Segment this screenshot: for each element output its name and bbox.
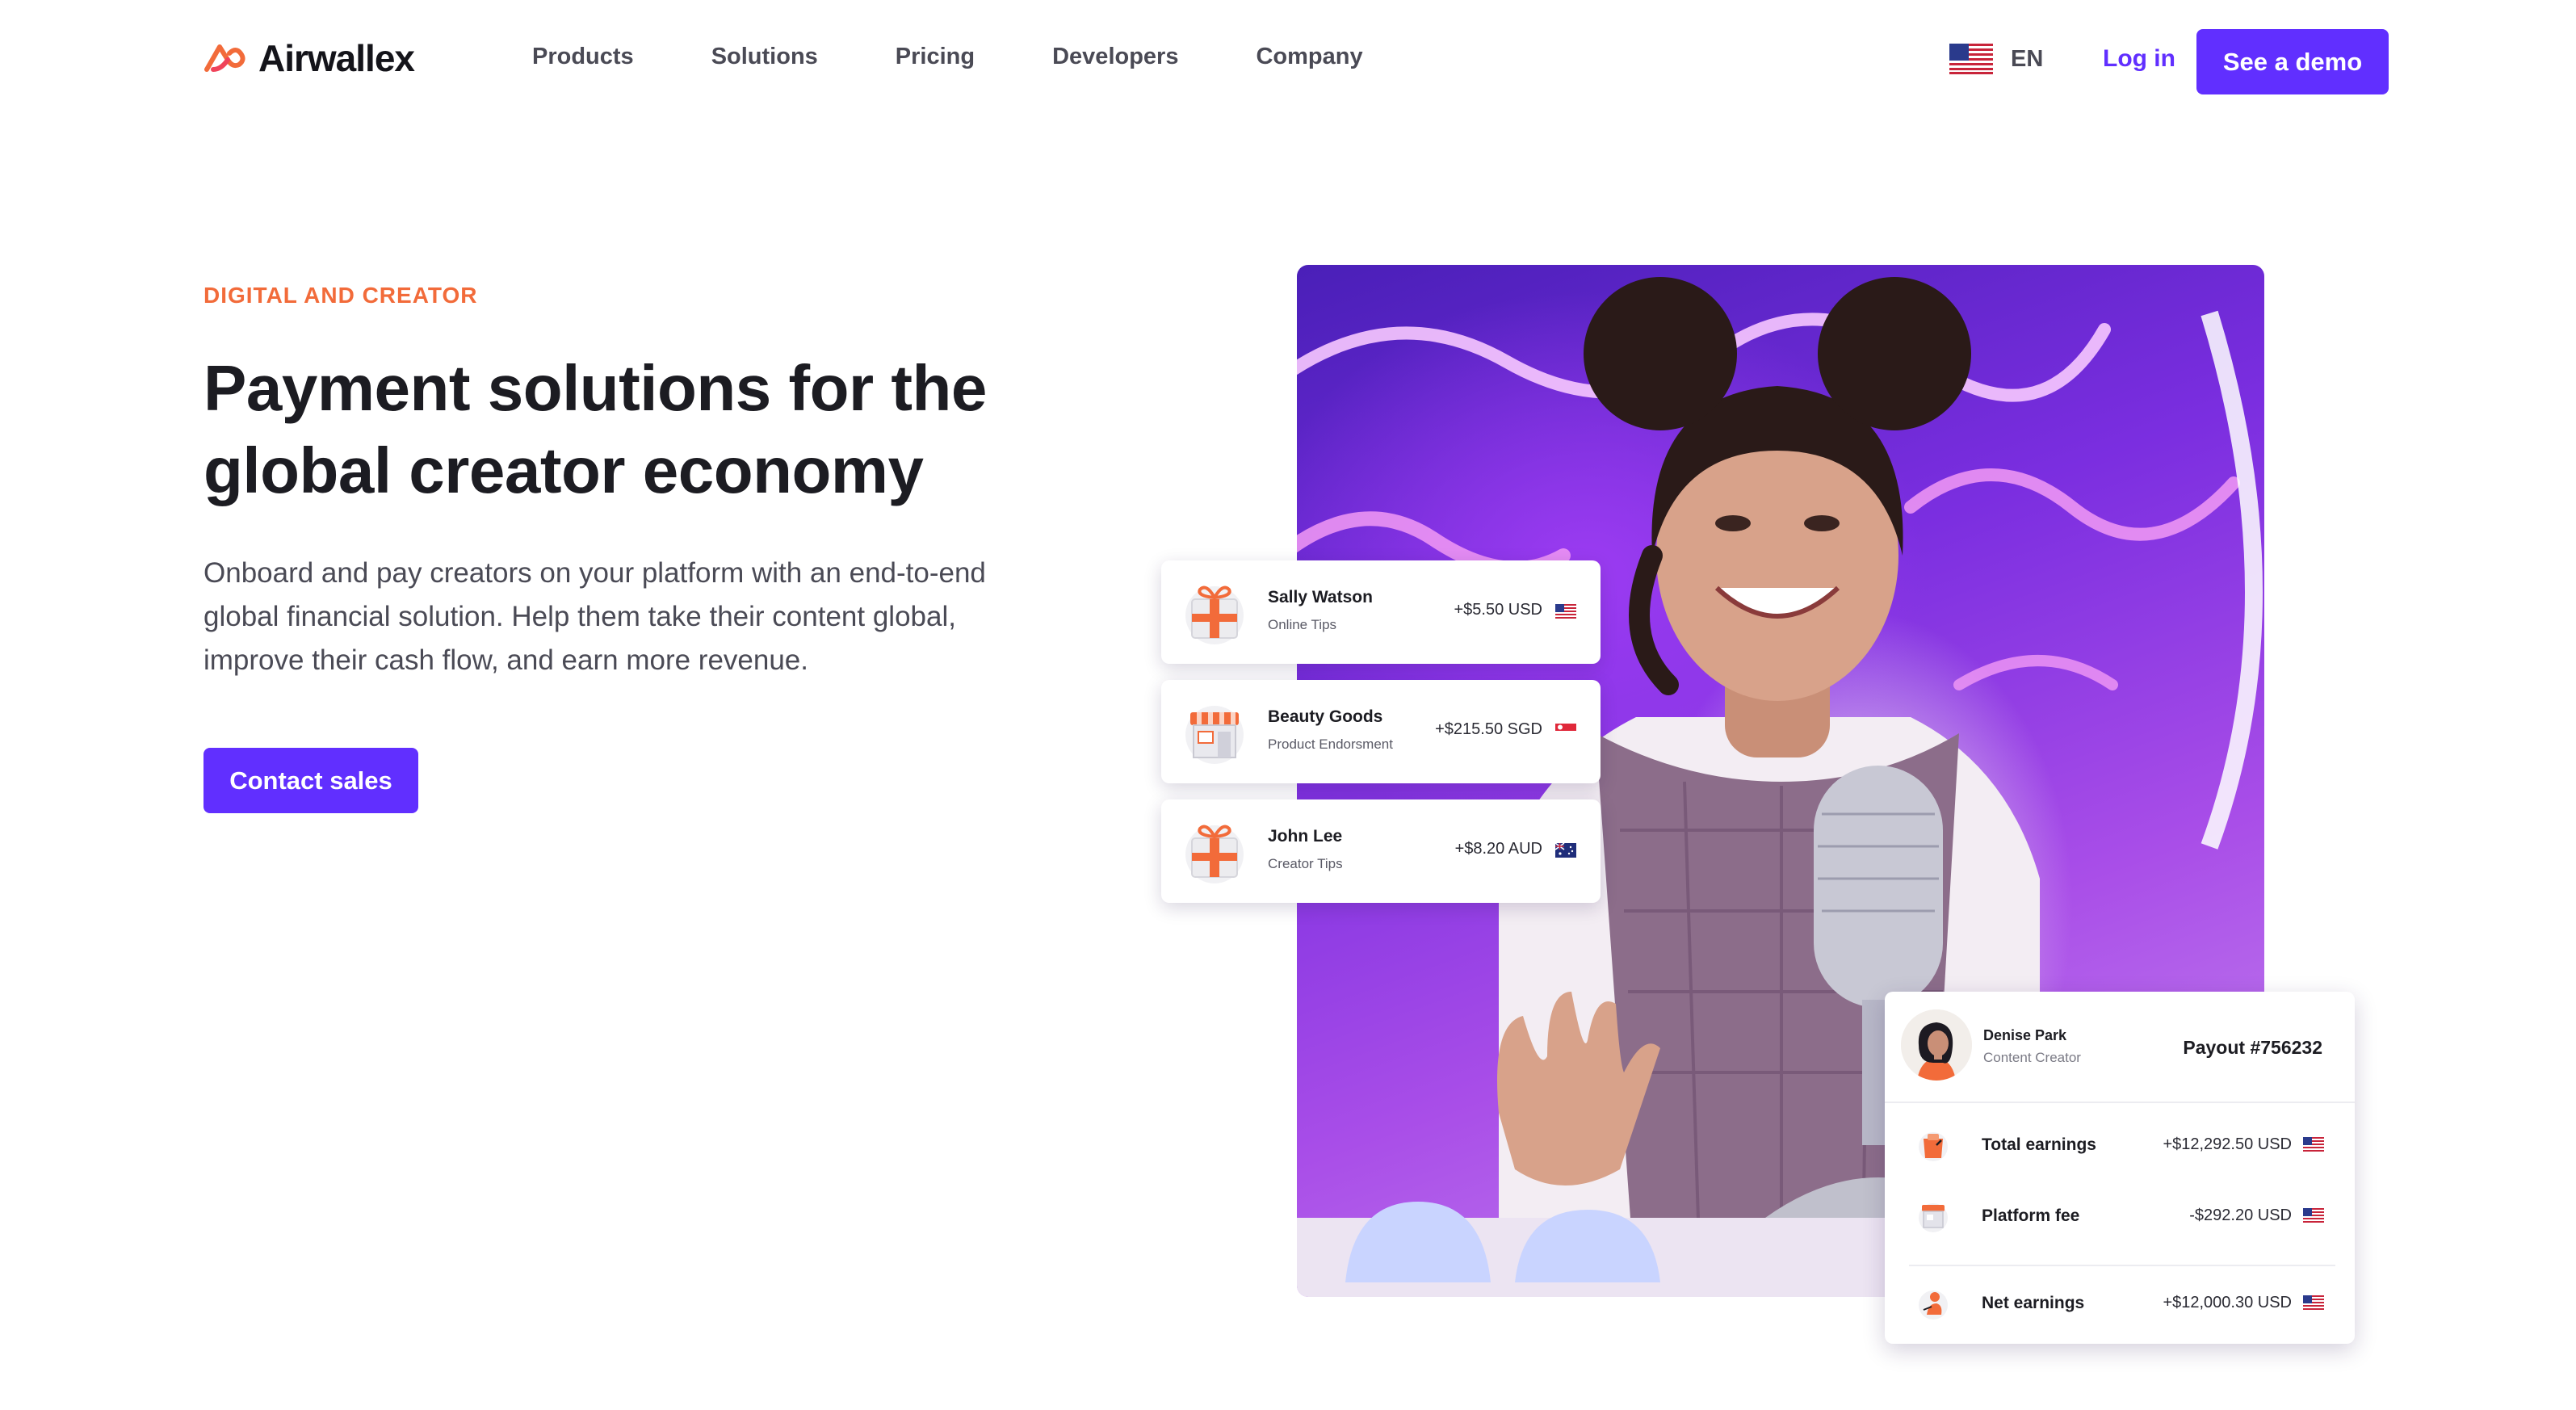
divider xyxy=(1885,1102,2355,1103)
payout-row-value: +$12,000.30 USD xyxy=(2163,1294,2292,1311)
payout-row-net-earnings: Net earnings +$12,000.30 USD xyxy=(1885,1279,2355,1328)
airwallex-logo[interactable]: Airwallex xyxy=(203,37,415,79)
payout-row-total-earnings: Total earnings +$12,292.50 USD xyxy=(1885,1121,2355,1169)
sg-flag-icon xyxy=(1555,724,1576,738)
divider xyxy=(1909,1265,2335,1266)
au-flag-icon xyxy=(1555,843,1576,858)
us-flag-icon xyxy=(2303,1137,2324,1152)
contact-sales-button[interactable]: Contact sales xyxy=(203,748,418,813)
transaction-type: Online Tips xyxy=(1268,617,1337,632)
payout-person-role: Content Creator xyxy=(1983,1050,2081,1065)
transaction-type: Creator Tips xyxy=(1268,856,1343,871)
payout-id: Payout #756232 xyxy=(2183,1037,2322,1058)
nav-developers[interactable]: Developers xyxy=(1052,44,1178,70)
transaction-amount: +$8.20 AUD xyxy=(1454,840,1542,858)
transaction-card-beauty-goods: Beauty Goods Product Endorsment +$215.50… xyxy=(1161,680,1601,783)
payout-person-name: Denise Park xyxy=(1983,1027,2067,1043)
storefront-icon xyxy=(1919,1203,1948,1232)
see-demo-button[interactable]: See a demo xyxy=(2196,29,2389,94)
transaction-name: John Lee xyxy=(1268,827,1343,846)
language-label: EN xyxy=(2011,45,2044,72)
logo-wordmark: Airwallex xyxy=(258,37,415,79)
payout-row-label: Platform fee xyxy=(1982,1206,2080,1225)
transaction-name: Sally Watson xyxy=(1268,588,1373,606)
nav-company[interactable]: Company xyxy=(1256,44,1362,70)
gift-icon xyxy=(1185,585,1244,644)
payout-row-label: Total earnings xyxy=(1982,1135,2096,1154)
nav-solutions[interactable]: Solutions xyxy=(711,44,818,70)
creator-icon xyxy=(1919,1290,1948,1320)
storefront-icon xyxy=(1185,706,1244,764)
payout-row-value: +$12,292.50 USD xyxy=(2163,1135,2292,1153)
creator-avatar-icon xyxy=(1901,1009,1972,1081)
transaction-name: Beauty Goods xyxy=(1268,707,1383,726)
language-selector[interactable]: EN xyxy=(1949,44,2043,74)
login-link[interactable]: Log in xyxy=(2103,45,2175,73)
gift-icon xyxy=(1185,825,1244,883)
transaction-amount: +$5.50 USD xyxy=(1454,601,1542,619)
nav-products[interactable]: Products xyxy=(532,44,634,70)
us-flag-icon xyxy=(1949,44,1993,74)
hero-eyebrow: DIGITAL AND CREATOR xyxy=(203,283,478,308)
main-nav: Products Solutions Pricing Developers Co… xyxy=(532,44,1441,70)
payout-row-platform-fee: Platform fee -$292.20 USD xyxy=(1885,1192,2355,1240)
transaction-amount: +$215.50 SGD xyxy=(1435,720,1542,738)
transaction-card-sally-watson: Sally Watson Online Tips +$5.50 USD xyxy=(1161,560,1601,664)
nav-pricing[interactable]: Pricing xyxy=(896,44,975,70)
payout-card: Denise Park Content Creator Payout #7562… xyxy=(1885,992,2355,1344)
payout-row-value: -$292.20 USD xyxy=(2189,1206,2292,1224)
hero-headline: Payment solutions for the global creator… xyxy=(203,352,987,506)
us-flag-icon xyxy=(1555,604,1576,619)
wallet-icon xyxy=(1919,1132,1948,1161)
us-flag-icon xyxy=(2303,1295,2324,1310)
hero-subtext: Onboard and pay creators on your platfor… xyxy=(203,557,986,676)
transaction-type: Product Endorsment xyxy=(1268,736,1393,752)
payout-row-label: Net earnings xyxy=(1982,1294,2085,1312)
avatar xyxy=(1901,1009,1972,1081)
transaction-card-john-lee: John Lee Creator Tips +$8.20 AUD xyxy=(1161,799,1601,903)
us-flag-icon xyxy=(2303,1208,2324,1223)
airwallex-logo-icon xyxy=(204,44,245,72)
